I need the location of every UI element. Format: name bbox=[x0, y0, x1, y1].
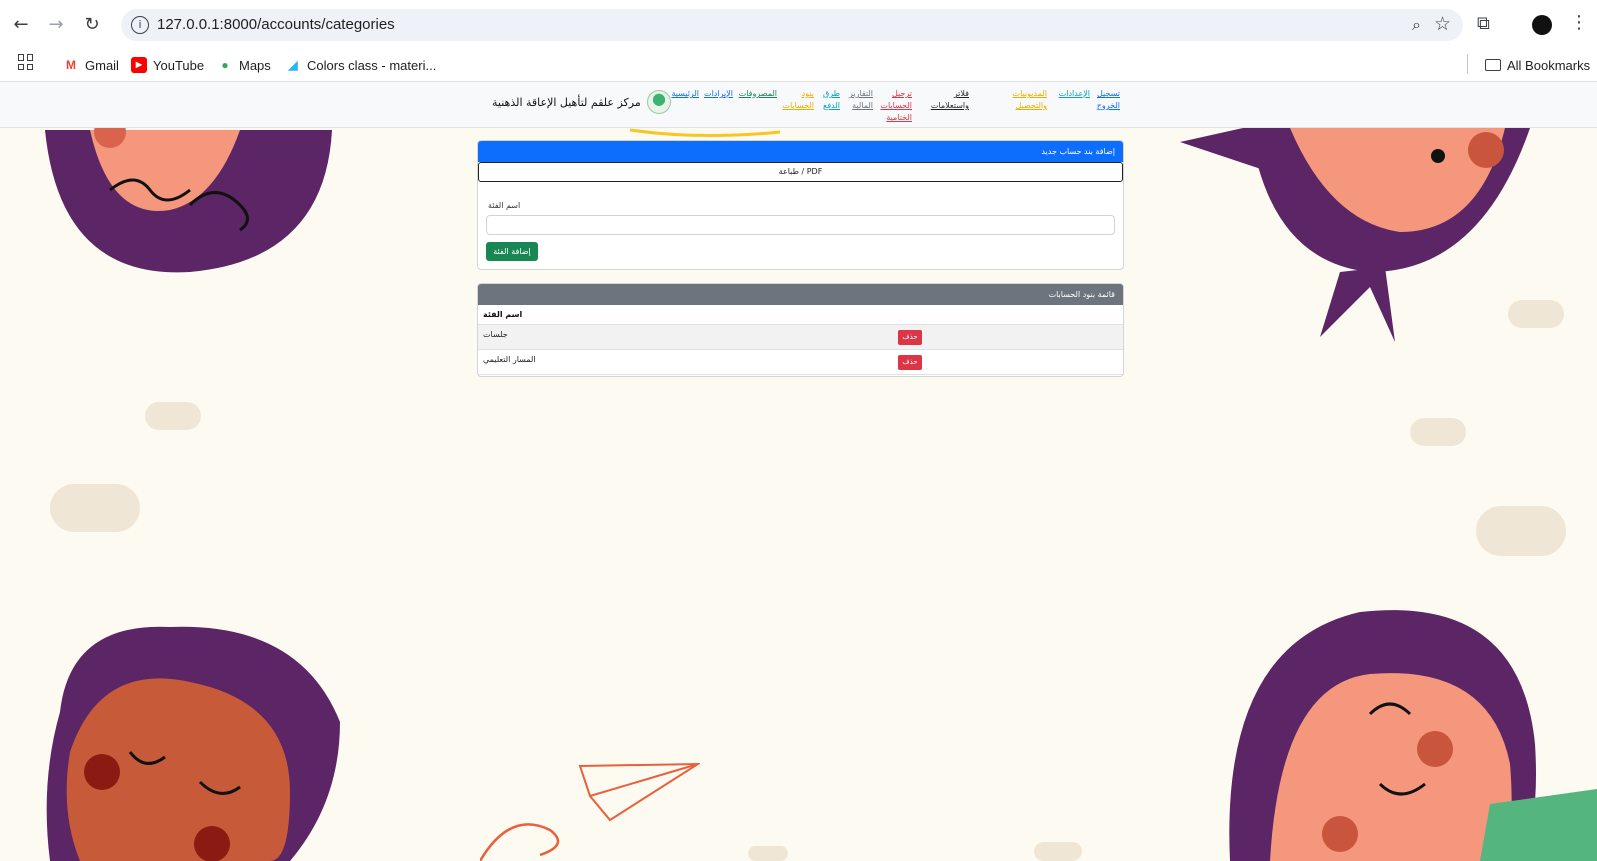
browser-toolbar: ← → ↻ i 127.0.0.1:8000/accounts/categori… bbox=[0, 0, 1597, 48]
list-card-header: قائمة بنود الحسابات bbox=[478, 284, 1123, 305]
gmail-icon: M bbox=[66, 58, 76, 72]
decor-cloud bbox=[1508, 300, 1564, 328]
decor-cloud bbox=[748, 846, 788, 861]
decor-child-top-left bbox=[40, 110, 340, 280]
category-name-input[interactable] bbox=[486, 215, 1115, 235]
site-navbar: مركز علقم لتأهيل الإعاقة الذهنية الرئيسي… bbox=[0, 82, 1597, 128]
bookmark-maps[interactable]: ● Maps bbox=[217, 54, 271, 76]
bookmark-star-icon[interactable]: ☆ bbox=[1434, 13, 1451, 35]
add-category-button[interactable]: إضافة الفئة bbox=[486, 242, 538, 261]
browser-menu-icon[interactable]: ⋮ bbox=[1570, 12, 1588, 33]
apps-grid-icon[interactable] bbox=[18, 54, 34, 70]
nav-logout[interactable]: تسجيل الخروج bbox=[1094, 88, 1120, 112]
column-header-category-name: اسم الفئة bbox=[478, 305, 1123, 325]
category-name-cell: المسار التعليمي bbox=[483, 355, 536, 364]
bookmark-gmail[interactable]: M Gmail bbox=[63, 54, 119, 76]
nav-payment-methods[interactable]: طرق الدفع bbox=[818, 88, 840, 112]
zoom-icon[interactable]: ⌕ bbox=[1412, 15, 1421, 35]
nav-account-items[interactable]: بنود الحسابات bbox=[781, 88, 814, 112]
bookmarks-bar: M Gmail ▶ YouTube ● Maps ◢ Colors class … bbox=[0, 48, 1597, 82]
decor-paper-plane bbox=[478, 760, 702, 861]
category-name-cell: جلسات bbox=[478, 325, 900, 349]
extensions-icon[interactable]: ⧉ bbox=[1477, 13, 1490, 34]
table-row: جلسات حذف bbox=[478, 325, 1123, 350]
decor-cloud bbox=[1476, 506, 1566, 556]
bookmark-label: Gmail bbox=[85, 57, 119, 73]
delete-button[interactable]: حذف bbox=[898, 355, 922, 370]
categories-list-card: قائمة بنود الحسابات اسم الفئة جلسات حذف … bbox=[477, 283, 1124, 377]
url-text[interactable]: 127.0.0.1:8000/accounts/categories bbox=[157, 16, 395, 33]
nav-home[interactable]: الرئيسية bbox=[669, 88, 699, 100]
decor-child-bottom-right bbox=[1220, 604, 1597, 861]
all-bookmarks-label: All Bookmarks bbox=[1507, 57, 1591, 73]
back-icon[interactable]: ← bbox=[9, 12, 33, 36]
decor-cloud bbox=[50, 484, 140, 532]
all-bookmarks-button[interactable]: All Bookmarks bbox=[1485, 54, 1590, 76]
nav-filters-queries[interactable]: فلاتر واستعلامات bbox=[925, 88, 969, 112]
flutter-icon: ◢ bbox=[288, 58, 298, 72]
forward-icon[interactable]: → bbox=[44, 12, 68, 36]
bookmark-colors-class[interactable]: ◢ Colors class - materi... bbox=[285, 54, 436, 76]
add-category-card: إضافة بند حساب جديد طباعة / PDF اسم الفئ… bbox=[477, 140, 1124, 270]
action-cell bbox=[900, 350, 1123, 374]
bookmarks-separator bbox=[1467, 54, 1468, 74]
address-bar[interactable]: i 127.0.0.1:8000/accounts/categories ⌕ ☆ bbox=[121, 9, 1463, 41]
bookmark-label: Maps bbox=[239, 57, 271, 73]
nav-closing-accounts[interactable]: ترحيل الحسابات الختامية bbox=[878, 88, 912, 124]
decor-child-top-right bbox=[1180, 122, 1540, 352]
decor-cloud bbox=[1034, 842, 1082, 861]
nav-revenues[interactable]: الإيرادات bbox=[703, 88, 733, 100]
category-name-label: اسم الفئة bbox=[488, 201, 521, 210]
nav-financial-reports[interactable]: التقارير المالية bbox=[845, 88, 873, 112]
decor-sun bbox=[629, 126, 781, 140]
profile-avatar[interactable] bbox=[1532, 15, 1552, 35]
bookmark-youtube[interactable]: ▶ YouTube bbox=[131, 54, 204, 76]
reload-icon[interactable]: ↻ bbox=[80, 12, 104, 36]
nav-settings[interactable]: الإعدادات bbox=[1052, 88, 1090, 100]
bookmark-label: Colors class - materi... bbox=[307, 57, 437, 73]
youtube-icon: ▶ bbox=[131, 57, 147, 73]
add-card-header: إضافة بند حساب جديد bbox=[478, 141, 1123, 162]
print-pdf-button[interactable]: طباعة / PDF bbox=[478, 162, 1123, 182]
decor-child-bottom-left bbox=[40, 622, 350, 861]
decor-cloud bbox=[145, 402, 201, 430]
site-brand[interactable]: مركز علقم لتأهيل الإعاقة الذهنية bbox=[492, 90, 671, 114]
folder-icon bbox=[1485, 59, 1501, 71]
decor-cloud bbox=[1410, 418, 1466, 446]
maps-pin-icon: ● bbox=[221, 58, 229, 72]
bookmark-label: YouTube bbox=[153, 57, 205, 73]
action-cell bbox=[900, 325, 1123, 349]
brand-name: مركز علقم لتأهيل الإعاقة الذهنية bbox=[492, 95, 641, 109]
nav-debts-collection[interactable]: المديونيات والتحصيل bbox=[1007, 88, 1047, 112]
brand-logo-icon bbox=[646, 90, 671, 114]
site-info-icon[interactable]: i bbox=[131, 16, 149, 34]
nav-expenses[interactable]: المصروفات bbox=[737, 88, 777, 100]
table-row: المسار التعليمي حذف bbox=[478, 350, 1123, 375]
delete-button[interactable]: حذف bbox=[898, 330, 922, 345]
